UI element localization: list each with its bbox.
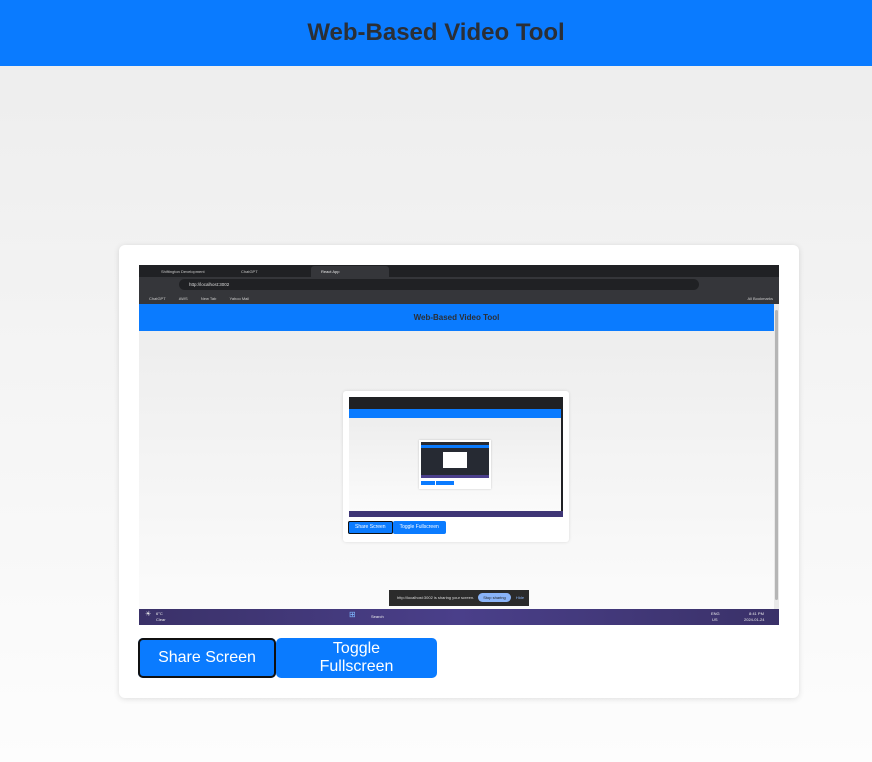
captured-bookmark: Yahoo Mail — [229, 296, 250, 301]
page-title: Web-Based Video Tool — [307, 19, 565, 46]
nested-header — [349, 409, 561, 418]
nested-page — [349, 409, 561, 511]
weather-icon: ☀ — [145, 611, 152, 618]
taskbar-search: Search — [371, 614, 384, 619]
captured-url: http://localhost:3002 — [179, 279, 699, 290]
captured-page-header: Web-Based Video Tool — [139, 304, 774, 331]
captured-bookmark: ChatGPT — [149, 296, 166, 301]
controls: Share Screen Toggle Fullscreen — [138, 638, 437, 678]
screen-share-video: Shiftington Development ChatGPT React Ap… — [139, 265, 779, 625]
video-card: Shiftington Development ChatGPT React Ap… — [119, 245, 799, 698]
nested-taskbar — [349, 511, 563, 517]
weather-temp: 6°C — [156, 611, 163, 616]
captured-bookmark: All Bookmarks — [747, 296, 773, 301]
captured-bookmarks-bar: ChatGPT AWS New Tab Yahoo Mail All Bookm… — [139, 293, 779, 304]
captured-tab-active: React App — [311, 266, 389, 277]
app-header: Web-Based Video Tool — [0, 0, 872, 66]
nested-mini-card — [443, 452, 467, 468]
captured-tab: ChatGPT — [241, 269, 258, 274]
toggle-fullscreen-button[interactable]: Toggle Fullscreen — [276, 638, 437, 678]
captured-tab: Shiftington Development — [161, 269, 205, 274]
captured-page: Web-Based Video Tool Share Screen Toggle… — [139, 304, 774, 609]
taskbar-region: US — [712, 617, 718, 622]
captured-scrollbar — [774, 304, 779, 609]
nested-mini-video — [421, 442, 489, 478]
captured-taskbar: ☀ 6°C Clear ⊞ Search ENG US 8:41 PM 2024… — [139, 609, 779, 625]
captured-nested-video — [349, 397, 563, 517]
captured-page-title: Web-Based Video Tool — [413, 313, 500, 322]
captured-share-button: Share Screen — [348, 521, 393, 534]
captured-controls: Share Screen Toggle Fullscreen — [348, 521, 446, 534]
nested-mini-taskbar — [421, 475, 489, 478]
nested-button — [436, 481, 454, 485]
hide-link: Hide — [515, 595, 525, 600]
sharing-message: http://localhost:3002 is sharing your sc… — [397, 595, 475, 600]
windows-start-icon: ⊞ — [349, 610, 356, 619]
taskbar-time: 8:41 PM — [749, 611, 764, 616]
taskbar-language: ENG — [711, 611, 720, 616]
captured-fullscreen-button: Toggle Fullscreen — [392, 521, 446, 534]
weather-desc: Clear — [156, 617, 166, 622]
captured-scrollbar-thumb — [775, 310, 778, 600]
captured-sharing-bar: http://localhost:3002 is sharing your sc… — [389, 590, 529, 606]
captured-tab-strip: Shiftington Development ChatGPT React Ap… — [139, 265, 779, 277]
captured-address-bar: http://localhost:3002 — [139, 277, 779, 293]
nested-mini-header — [421, 445, 489, 448]
stop-sharing-button: Stop sharing — [478, 593, 511, 602]
captured-bookmark: AWS — [178, 296, 188, 301]
nested-buttons — [421, 481, 454, 485]
share-screen-button[interactable]: Share Screen — [138, 638, 276, 678]
nested-card — [419, 440, 491, 489]
captured-card: Share Screen Toggle Fullscreen — [343, 391, 569, 542]
taskbar-date: 2024-01-24 — [744, 617, 765, 622]
nested-button — [421, 481, 435, 485]
captured-bookmark: New Tab — [200, 296, 217, 301]
